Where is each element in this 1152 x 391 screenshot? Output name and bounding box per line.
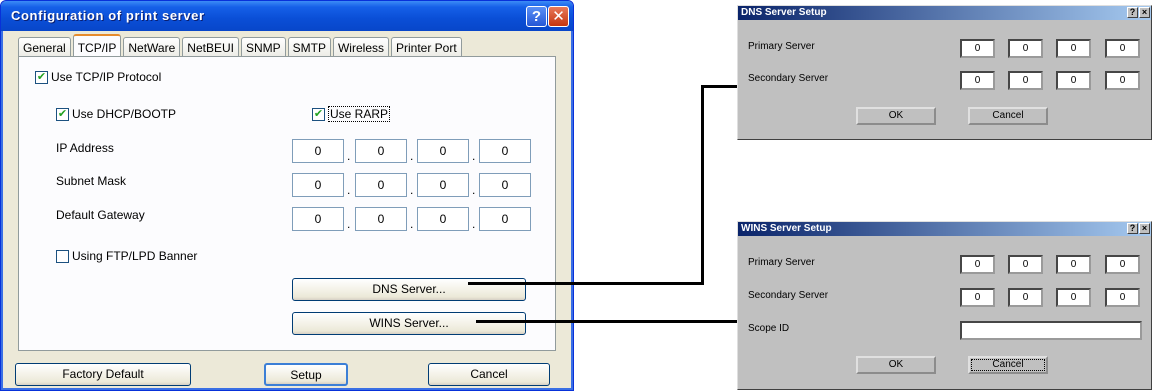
tcpip-tab-panel: ✔ Use TCP/IP Protocol ✔ Use DHCP/BOOTP ✔…	[18, 56, 556, 351]
ftp-banner-label: Using FTP/LPD Banner	[72, 249, 198, 263]
wins-primary-octet-2[interactable]: 0	[1008, 255, 1043, 274]
dns-ok-button[interactable]: OK	[856, 107, 936, 125]
ip-separator: .	[472, 217, 476, 231]
subnet-mask-octet-3[interactable]: 0	[417, 173, 469, 197]
dns-primary-octet-3[interactable]: 0	[1056, 39, 1091, 58]
ip-separator: .	[410, 217, 414, 231]
ip-address-octet-4[interactable]: 0	[479, 139, 531, 163]
default-gateway-label: Default Gateway	[56, 208, 145, 222]
dns-cancel-button[interactable]: Cancel	[968, 107, 1048, 125]
wins-cancel-button[interactable]: Cancel	[968, 356, 1048, 374]
tab-snmp[interactable]: SNMP	[240, 37, 286, 57]
gateway-octet-3[interactable]: 0	[417, 207, 469, 231]
secondary-server-label: Secondary Server	[748, 290, 829, 301]
primary-server-label: Primary Server	[748, 257, 815, 268]
dns-dialog-title: DNS Server Setup	[738, 6, 1151, 20]
wins-connector-line	[476, 320, 738, 323]
ip-separator: .	[472, 149, 476, 163]
tab-netware[interactable]: NetWare	[123, 37, 181, 57]
ip-separator: .	[347, 183, 351, 197]
dns-primary-octet-1[interactable]: 0	[960, 39, 995, 58]
dns-secondary-octet-1[interactable]: 0	[960, 71, 995, 90]
use-dhcp-checkbox[interactable]: ✔	[56, 108, 69, 121]
help-button[interactable]: ?	[1127, 7, 1138, 18]
dns-secondary-octet-2[interactable]: 0	[1008, 71, 1043, 90]
close-button[interactable]: ×	[1139, 223, 1150, 234]
wins-primary-octet-3[interactable]: 0	[1056, 255, 1091, 274]
subnet-mask-octet-4[interactable]: 0	[479, 173, 531, 197]
wins-dialog-title: WINS Server Setup	[738, 222, 1151, 236]
factory-default-button[interactable]: Factory Default	[15, 363, 191, 386]
subnet-mask-octet-2[interactable]: 0	[355, 173, 407, 197]
ip-address-octet-3[interactable]: 0	[417, 139, 469, 163]
wins-primary-octet-1[interactable]: 0	[960, 255, 995, 274]
wins-secondary-octet-2[interactable]: 0	[1008, 288, 1043, 307]
use-tcpip-checkbox[interactable]: ✔	[35, 71, 48, 84]
cancel-button[interactable]: Cancel	[428, 363, 550, 386]
dns-connector-line	[701, 85, 737, 88]
wins-secondary-octet-4[interactable]: 0	[1105, 288, 1140, 307]
tab-general[interactable]: General	[18, 37, 71, 57]
gateway-octet-1[interactable]: 0	[292, 207, 344, 231]
ftp-banner-checkbox[interactable]	[56, 250, 69, 263]
wins-secondary-octet-3[interactable]: 0	[1056, 288, 1091, 307]
wins-server-button[interactable]: WINS Server...	[292, 312, 526, 335]
ip-separator: .	[472, 183, 476, 197]
ip-separator: .	[410, 183, 414, 197]
subnet-mask-octet-1[interactable]: 0	[292, 173, 344, 197]
gateway-octet-2[interactable]: 0	[355, 207, 407, 231]
wins-server-setup-dialog: WINS Server Setup ? × Primary Server 0 0…	[737, 221, 1152, 390]
dns-secondary-octet-3[interactable]: 0	[1056, 71, 1091, 90]
ip-address-label: IP Address	[56, 141, 114, 155]
ip-separator: .	[347, 217, 351, 231]
scope-id-label: Scope ID	[748, 323, 790, 334]
wins-secondary-octet-1[interactable]: 0	[960, 288, 995, 307]
ip-address-octet-2[interactable]: 0	[355, 139, 407, 163]
ip-separator: .	[347, 149, 351, 163]
dns-primary-octet-4[interactable]: 0	[1105, 39, 1140, 58]
window-title: Configuration of print server	[1, 1, 573, 31]
tab-tcpip[interactable]: TCP/IP	[72, 34, 122, 57]
secondary-server-label: Secondary Server	[748, 73, 829, 84]
help-button[interactable]: ?	[526, 6, 547, 27]
tab-wireless[interactable]: Wireless	[332, 37, 389, 57]
dns-server-setup-dialog: DNS Server Setup ? × Primary Server 0 0 …	[737, 5, 1152, 140]
use-rarp-checkbox[interactable]: ✔	[312, 108, 325, 121]
wins-primary-octet-4[interactable]: 0	[1105, 255, 1140, 274]
tab-netbeui[interactable]: NetBEUI	[182, 37, 239, 57]
ip-separator: .	[410, 149, 414, 163]
use-tcpip-label: Use TCP/IP Protocol	[51, 70, 162, 84]
use-rarp-label: Use RARP	[328, 106, 391, 122]
tab-strip: General TCP/IP NetWare NetBEUI SNMP SMTP…	[18, 34, 464, 57]
gateway-octet-4[interactable]: 0	[479, 207, 531, 231]
dns-secondary-octet-4[interactable]: 0	[1105, 71, 1140, 90]
tab-smtp[interactable]: SMTP	[287, 37, 331, 57]
dns-connector-line	[701, 85, 704, 285]
tab-printer-port[interactable]: Printer Port	[391, 37, 462, 57]
dns-connector-line	[468, 282, 703, 285]
wins-ok-button[interactable]: OK	[856, 356, 936, 374]
primary-server-label: Primary Server	[748, 41, 815, 52]
setup-button[interactable]: Setup	[264, 363, 348, 386]
dns-primary-octet-2[interactable]: 0	[1008, 39, 1043, 58]
print-server-config-window: Configuration of print server ? ✕ Genera…	[0, 0, 574, 391]
close-button[interactable]: ×	[1139, 7, 1150, 18]
subnet-mask-label: Subnet Mask	[56, 174, 127, 188]
use-dhcp-label: Use DHCP/BOOTP	[72, 107, 177, 121]
scope-id-input[interactable]	[960, 321, 1142, 340]
close-button[interactable]: ✕	[548, 6, 569, 27]
ip-address-octet-1[interactable]: 0	[292, 139, 344, 163]
help-button[interactable]: ?	[1127, 223, 1138, 234]
